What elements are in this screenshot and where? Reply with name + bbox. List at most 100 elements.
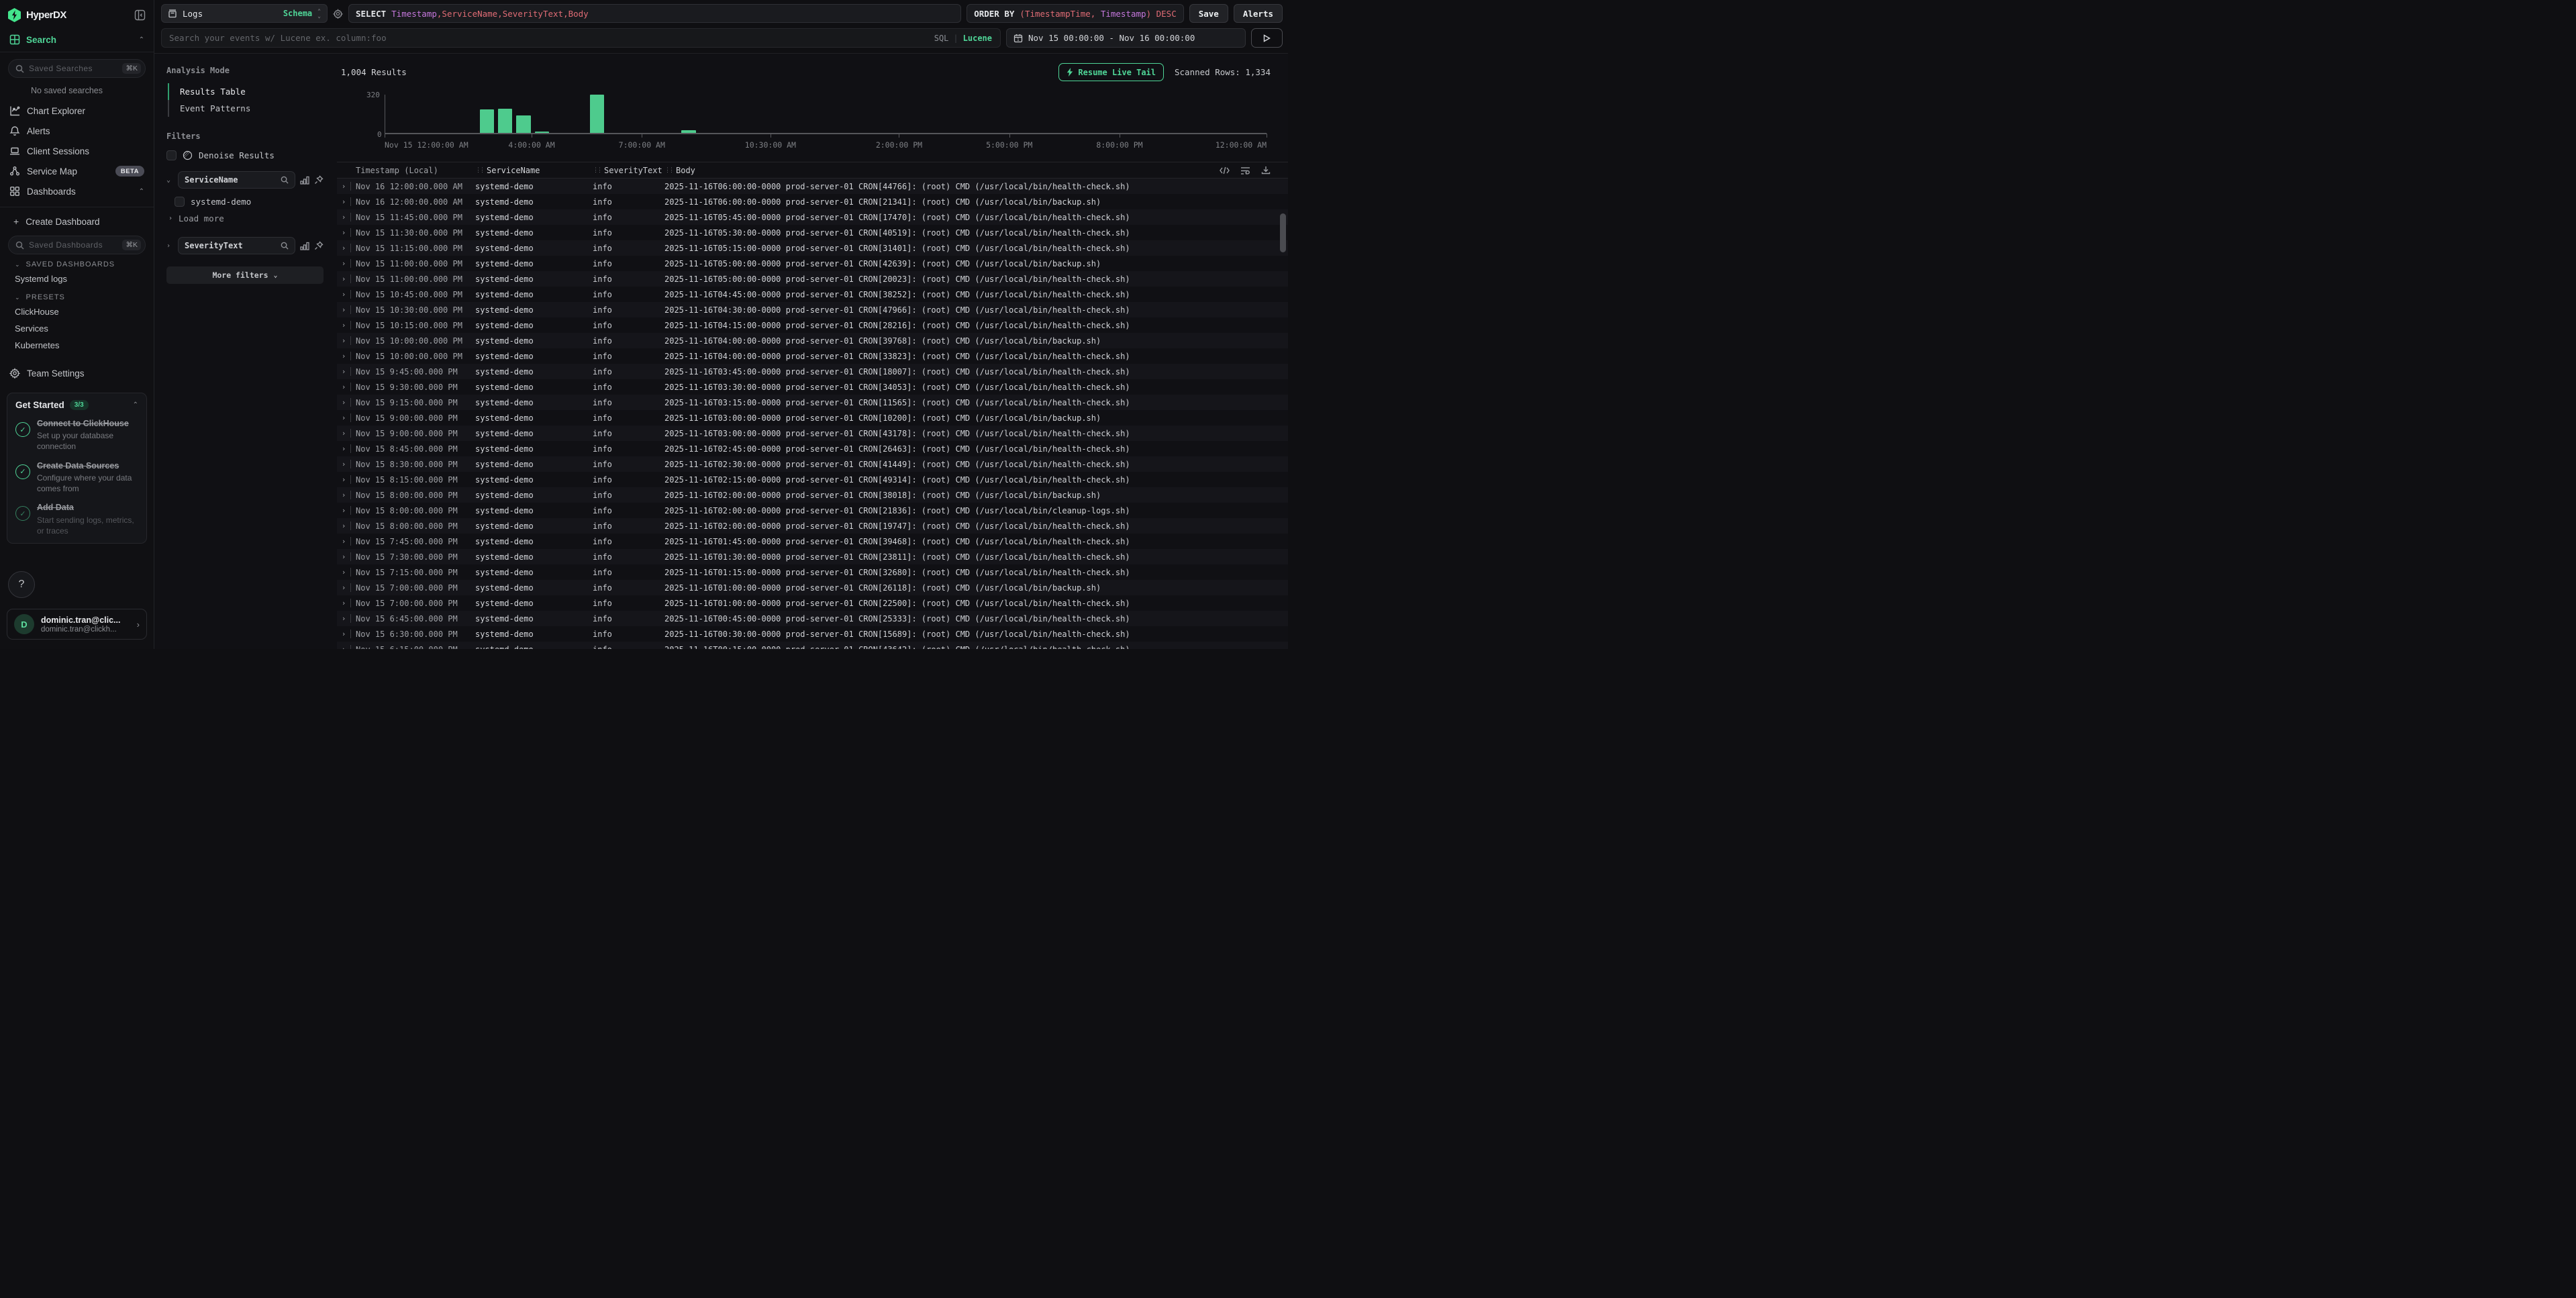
sidebar-item-team-settings[interactable]: Team Settings [0, 363, 154, 383]
table-row[interactable]: ›Nov 15 9:00:00.000 PMsystemd-demoinfo20… [337, 426, 1288, 441]
sidebar-item-chart-explorer[interactable]: Chart Explorer [0, 101, 154, 121]
sidebar-item-systemd-logs[interactable]: Systemd logs [0, 270, 154, 287]
sidebar-item-client-sessions[interactable]: Client Sessions [0, 141, 154, 161]
row-expand-icon[interactable]: › [337, 259, 350, 268]
row-expand-icon[interactable]: › [337, 552, 350, 561]
sidebar-collapse-icon[interactable] [134, 9, 146, 21]
query-settings-gear-icon[interactable] [333, 9, 343, 19]
sidebar-item-services[interactable]: Services [0, 320, 154, 337]
table-row[interactable]: ›Nov 16 12:00:00.000 AMsystemd-demoinfo2… [337, 194, 1288, 209]
drag-handle-icon[interactable]: ⋮⋮ [664, 167, 673, 174]
table-row[interactable]: ›Nov 15 10:45:00.000 PMsystemd-demoinfo2… [337, 287, 1288, 302]
chevron-down-icon[interactable]: ⌄ [166, 177, 173, 184]
pin-icon[interactable] [314, 241, 324, 250]
run-query-button[interactable] [1251, 28, 1283, 48]
chevron-up-icon[interactable]: ⌃ [133, 401, 138, 409]
row-expand-icon[interactable]: › [337, 367, 350, 376]
denoise-checkbox[interactable] [166, 150, 177, 160]
section-saved-dashboards[interactable]: ⌄ SAVED DASHBOARDS [0, 254, 154, 270]
save-button[interactable]: Save [1189, 4, 1228, 23]
row-expand-icon[interactable]: › [337, 599, 350, 607]
row-expand-icon[interactable]: › [337, 645, 350, 649]
code-view-icon[interactable] [1220, 166, 1230, 174]
table-row[interactable]: ›Nov 15 10:30:00.000 PMsystemd-demoinfo2… [337, 302, 1288, 317]
download-icon[interactable] [1261, 166, 1271, 174]
get-started-step[interactable]: ✓ Connect to ClickHouse Set up your data… [15, 418, 138, 452]
chart-toggle-icon[interactable] [300, 242, 309, 250]
row-expand-icon[interactable]: › [337, 506, 350, 515]
table-row[interactable]: ›Nov 15 7:30:00.000 PMsystemd-demoinfo20… [337, 549, 1288, 564]
sidebar-item-alerts[interactable]: Alerts [0, 121, 154, 141]
load-more-button[interactable]: › Load more [168, 213, 324, 223]
chevron-right-icon[interactable]: › [166, 242, 173, 250]
chevron-up-icon[interactable]: ⌃ [139, 188, 144, 195]
get-started-step[interactable]: ✓ Add Data Start sending logs, metrics, … [15, 502, 138, 536]
row-expand-icon[interactable]: › [337, 182, 350, 191]
row-expand-icon[interactable]: › [337, 336, 350, 345]
table-row[interactable]: ›Nov 15 11:15:00.000 PMsystemd-demoinfo2… [337, 240, 1288, 256]
column-header-severitytext[interactable]: ⋮⋮SeverityText [593, 166, 664, 175]
column-header-servicename[interactable]: ⋮⋮ServiceName [475, 166, 593, 175]
row-expand-icon[interactable]: › [337, 614, 350, 623]
table-row[interactable]: ›Nov 15 8:00:00.000 PMsystemd-demoinfo20… [337, 503, 1288, 518]
option-checkbox[interactable] [175, 197, 185, 207]
table-row[interactable]: ›Nov 15 7:00:00.000 PMsystemd-demoinfo20… [337, 580, 1288, 595]
saved-dashboards-input[interactable]: Saved Dashboards ⌘K [8, 236, 146, 254]
row-expand-icon[interactable]: › [337, 305, 350, 314]
row-expand-icon[interactable]: › [337, 228, 350, 237]
sidebar-item-dashboards[interactable]: Dashboards ⌃ [0, 181, 154, 201]
table-row[interactable]: ›Nov 15 6:15:00.000 PMsystemd-demoinfo20… [337, 642, 1288, 649]
language-sql[interactable]: SQL [934, 34, 949, 43]
drag-handle-icon[interactable]: ⋮⋮ [593, 167, 601, 174]
section-presets[interactable]: ⌄ PRESETS [0, 287, 154, 303]
row-expand-icon[interactable]: › [337, 213, 350, 221]
sidebar-item-kubernetes[interactable]: Kubernetes [0, 337, 154, 354]
row-expand-icon[interactable]: › [337, 321, 350, 330]
histogram-bar[interactable] [590, 95, 604, 134]
row-expand-icon[interactable]: › [337, 197, 350, 206]
get-started-step[interactable]: ✓ Create Data Sources Configure where yo… [15, 460, 138, 495]
source-selector[interactable]: Logs Schema ⌃⌃ [161, 4, 328, 23]
table-row[interactable]: ›Nov 15 6:30:00.000 PMsystemd-demoinfo20… [337, 626, 1288, 642]
row-expand-icon[interactable]: › [337, 244, 350, 252]
table-row[interactable]: ›Nov 15 11:00:00.000 PMsystemd-demoinfo2… [337, 271, 1288, 287]
scrollbar-thumb[interactable] [1280, 213, 1286, 252]
select-columns-input[interactable]: SELECT Timestamp,ServiceName,SeverityTex… [348, 4, 961, 23]
text-wrap-icon[interactable] [1240, 166, 1250, 174]
order-by-input[interactable]: ORDER BY (TimestampTime, Timestamp) DESC [967, 4, 1184, 23]
language-lucene[interactable]: Lucene [963, 34, 992, 43]
row-expand-icon[interactable]: › [337, 398, 350, 407]
chevron-up-icon[interactable]: ⌃ [139, 36, 144, 44]
histogram-bar[interactable] [480, 109, 494, 134]
drag-handle-icon[interactable]: ⋮⋮ [475, 167, 483, 174]
table-row[interactable]: ›Nov 15 10:00:00.000 PMsystemd-demoinfo2… [337, 348, 1288, 364]
row-expand-icon[interactable]: › [337, 537, 350, 546]
row-expand-icon[interactable]: › [337, 460, 350, 468]
more-filters-button[interactable]: More filters ⌄ [166, 266, 324, 284]
table-row[interactable]: ›Nov 15 7:15:00.000 PMsystemd-demoinfo20… [337, 564, 1288, 580]
row-expand-icon[interactable]: › [337, 383, 350, 391]
alerts-button[interactable]: Alerts [1234, 4, 1283, 23]
row-expand-icon[interactable]: › [337, 630, 350, 638]
sidebar-item-search[interactable]: Search ⌃ [0, 26, 154, 52]
row-expand-icon[interactable]: › [337, 475, 350, 484]
saved-searches-input[interactable]: Saved Searches ⌘K [8, 59, 146, 78]
row-expand-icon[interactable]: › [337, 290, 350, 299]
sidebar-item-service-map[interactable]: Service Map BETA [0, 161, 154, 181]
histogram-bar[interactable] [516, 115, 530, 134]
table-row[interactable]: ›Nov 15 10:00:00.000 PMsystemd-demoinfo2… [337, 333, 1288, 348]
row-expand-icon[interactable]: › [337, 429, 350, 438]
row-expand-icon[interactable]: › [337, 491, 350, 499]
severitytext-filter-box[interactable]: SeverityText [178, 237, 295, 254]
mode-event-patterns[interactable]: Event Patterns [168, 100, 324, 117]
table-row[interactable]: ›Nov 15 6:45:00.000 PMsystemd-demoinfo20… [337, 611, 1288, 626]
table-row[interactable]: ›Nov 15 9:30:00.000 PMsystemd-demoinfo20… [337, 379, 1288, 395]
table-row[interactable]: ›Nov 15 9:45:00.000 PMsystemd-demoinfo20… [337, 364, 1288, 379]
create-dashboard-button[interactable]: + Create Dashboard [0, 211, 154, 232]
table-row[interactable]: ›Nov 16 12:00:00.000 AMsystemd-demoinfo2… [337, 179, 1288, 194]
table-row[interactable]: ›Nov 15 11:00:00.000 PMsystemd-demoinfo2… [337, 256, 1288, 271]
table-row[interactable]: ›Nov 15 10:15:00.000 PMsystemd-demoinfo2… [337, 317, 1288, 333]
column-header-timestamp[interactable]: Timestamp (Local) [356, 166, 475, 175]
table-row[interactable]: ›Nov 15 8:45:00.000 PMsystemd-demoinfo20… [337, 441, 1288, 456]
user-menu[interactable]: D dominic.tran@clic... dominic.tran@clic… [7, 609, 147, 640]
